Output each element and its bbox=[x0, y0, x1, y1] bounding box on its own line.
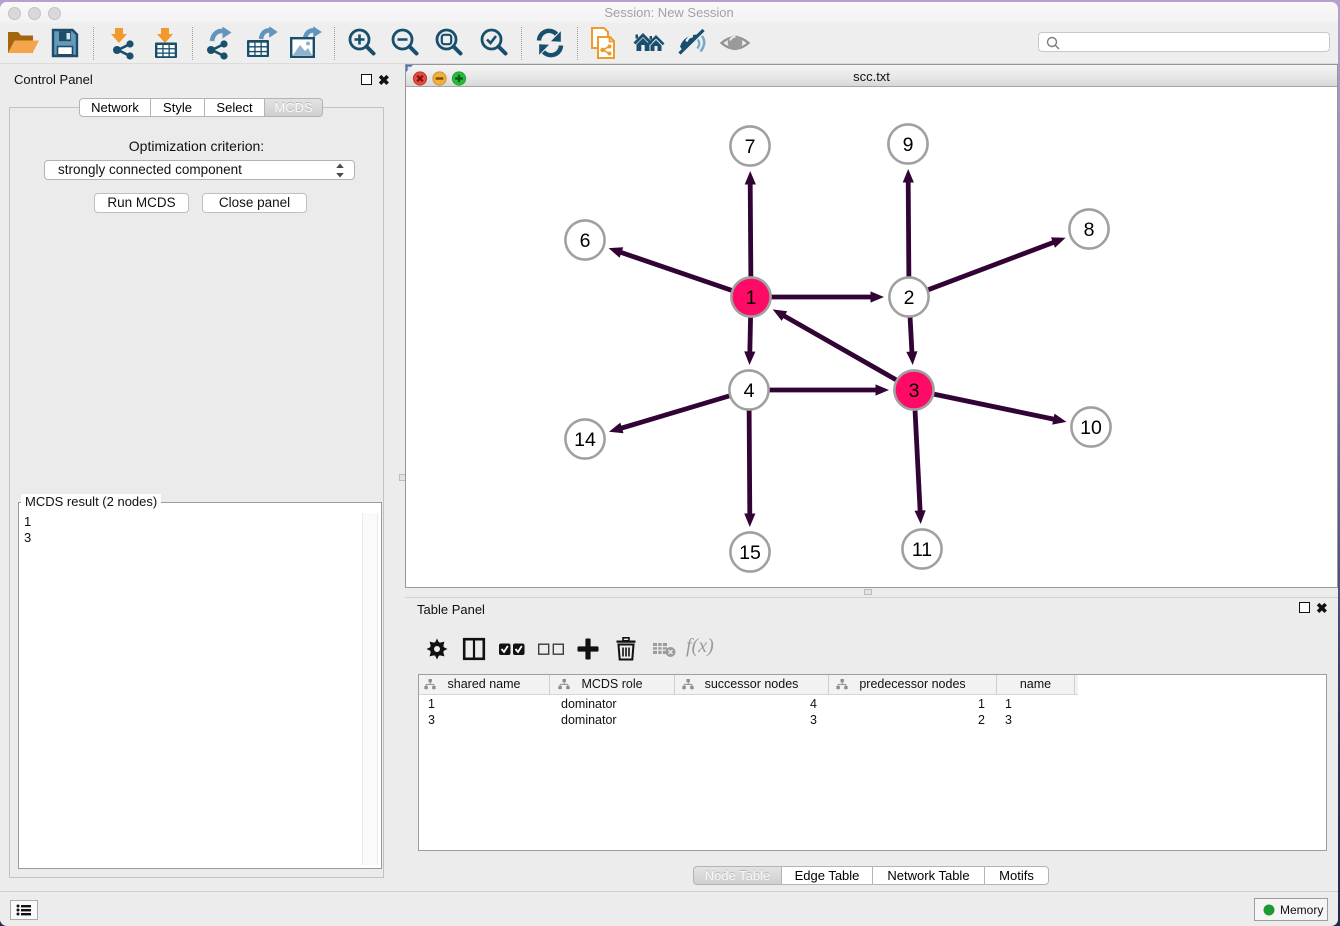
svg-text:1: 1 bbox=[746, 287, 757, 309]
svg-text:15: 15 bbox=[739, 542, 761, 564]
svg-text:11: 11 bbox=[912, 539, 932, 561]
svg-text:8: 8 bbox=[1084, 219, 1095, 241]
svg-text:3: 3 bbox=[909, 380, 920, 402]
svg-text:10: 10 bbox=[1080, 417, 1102, 439]
svg-text:14: 14 bbox=[574, 429, 596, 451]
svg-text:7: 7 bbox=[745, 136, 756, 158]
svg-text:9: 9 bbox=[903, 134, 914, 156]
svg-text:6: 6 bbox=[580, 230, 591, 252]
svg-text:2: 2 bbox=[904, 287, 915, 309]
svg-text:4: 4 bbox=[744, 380, 755, 402]
